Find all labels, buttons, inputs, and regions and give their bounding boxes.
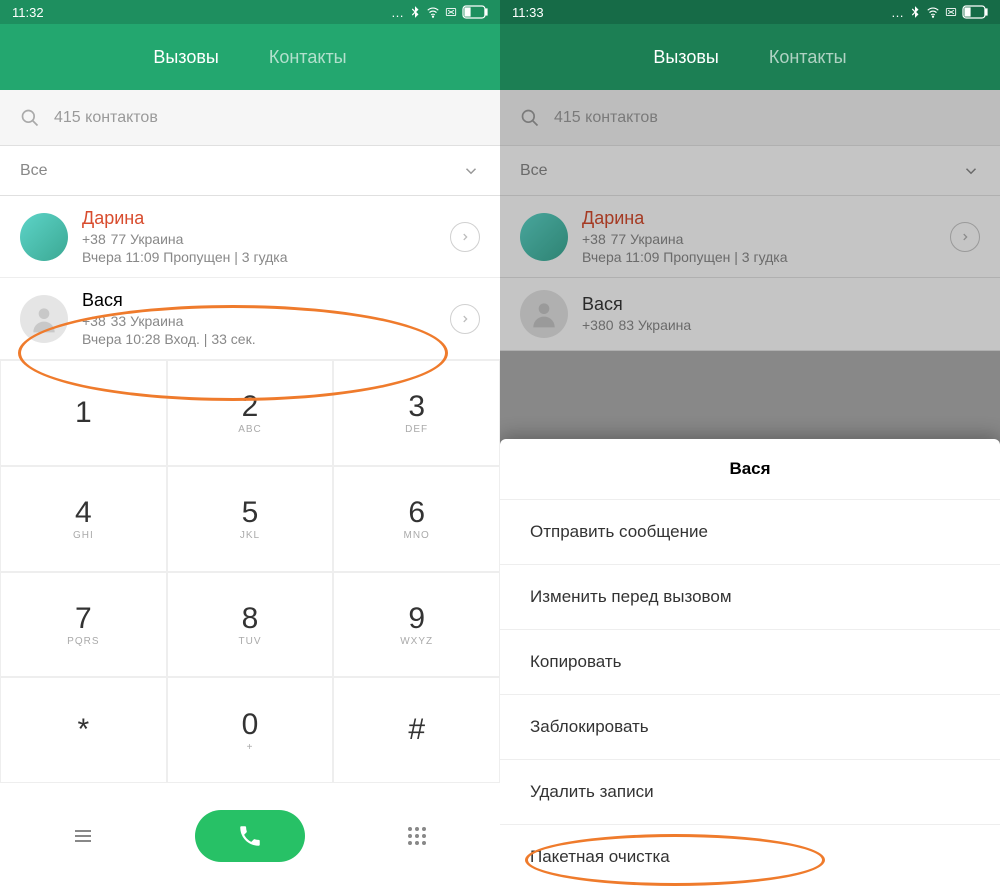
filter-row[interactable]: Все xyxy=(0,146,500,196)
call-info: Вася +380 83 Украина xyxy=(582,294,980,335)
detail-button[interactable] xyxy=(450,304,480,334)
menu-batch-cleanup[interactable]: Пакетная очистка xyxy=(500,825,1000,889)
status-icons: … xyxy=(891,5,988,20)
status-time: 11:33 xyxy=(512,5,544,20)
bluetooth-icon xyxy=(408,5,422,19)
detail-button[interactable] xyxy=(950,222,980,252)
call-info: Дарина +38 77 Украина Вчера 11:09 Пропущ… xyxy=(582,208,950,265)
dial-key-7[interactable]: 7PQRS xyxy=(0,572,167,678)
dial-key-8[interactable]: 8TUV xyxy=(167,572,334,678)
menu-copy[interactable]: Копировать xyxy=(500,630,1000,695)
call-entry-darina[interactable]: Дарина +38 77 Украина Вчера 11:09 Пропущ… xyxy=(500,196,1000,278)
more-icon: … xyxy=(891,5,904,20)
avatar xyxy=(520,213,568,261)
call-phone: +38 33 Украина xyxy=(82,313,450,329)
call-info: Вася +38 33 Украина Вчера 10:28 Вход. | … xyxy=(82,290,450,347)
filter-label: Все xyxy=(20,162,48,180)
menu-block[interactable]: Заблокировать xyxy=(500,695,1000,760)
call-entry-vasya[interactable]: Вася +380 83 Украина xyxy=(500,278,1000,351)
phone-screen-right: 11:33 … Вызовы Контакты 415 контактов Вс… xyxy=(500,0,1000,889)
search-placeholder: 415 контактов xyxy=(554,109,658,127)
chevron-right-icon xyxy=(460,314,470,324)
dial-key-star[interactable]: * xyxy=(0,677,167,783)
chevron-right-icon xyxy=(960,232,970,242)
tab-calls[interactable]: Вызовы xyxy=(653,47,719,68)
menu-button[interactable] xyxy=(0,783,167,889)
search-icon xyxy=(520,108,540,128)
call-info: Дарина +38 77 Украина Вчера 11:09 Пропущ… xyxy=(82,208,450,265)
tab-contacts[interactable]: Контакты xyxy=(269,47,347,68)
phone-screen-left: 11:32 … Вызовы Контакты 415 контактов Вс… xyxy=(0,0,500,889)
search-bar[interactable]: 415 контактов xyxy=(0,90,500,146)
dial-key-5[interactable]: 5JKL xyxy=(167,466,334,572)
bluetooth-icon xyxy=(908,5,922,19)
call-meta: Вчера 11:09 Пропущен | 3 гудка xyxy=(582,249,950,265)
dialpad-icon xyxy=(405,824,429,848)
dial-key-hash[interactable]: # xyxy=(333,677,500,783)
search-bar[interactable]: 415 контактов xyxy=(500,90,1000,146)
no-signal-icon xyxy=(444,5,458,19)
dialpad: 1 2ABC 3DEF 4GHI 5JKL 6MNO 7PQRS 8TUV 9W… xyxy=(0,360,500,889)
call-meta: Вчера 10:28 Вход. | 33 сек. xyxy=(82,331,450,347)
status-bar: 11:32 … xyxy=(0,0,500,24)
chevron-down-icon xyxy=(962,162,980,180)
status-bar: 11:33 … xyxy=(500,0,1000,24)
menu-delete-records[interactable]: Удалить записи xyxy=(500,760,1000,825)
call-phone: +38 77 Украина xyxy=(582,231,950,247)
search-icon xyxy=(20,108,40,128)
wifi-icon xyxy=(426,5,440,19)
search-placeholder: 415 контактов xyxy=(54,109,158,127)
call-phone: +38 77 Украина xyxy=(82,231,450,247)
wifi-icon xyxy=(926,5,940,19)
dial-key-9[interactable]: 9WXYZ xyxy=(333,572,500,678)
menu-edit-before-call[interactable]: Изменить перед вызовом xyxy=(500,565,1000,630)
menu-icon xyxy=(71,824,95,848)
avatar xyxy=(520,290,568,338)
phone-icon xyxy=(237,823,263,849)
avatar xyxy=(20,295,68,343)
menu-send-message[interactable]: Отправить сообщение xyxy=(500,500,1000,565)
dial-key-2[interactable]: 2ABC xyxy=(167,360,334,466)
call-name: Вася xyxy=(82,290,450,311)
avatar xyxy=(20,213,68,261)
context-menu: Вася Отправить сообщение Изменить перед … xyxy=(500,439,1000,889)
filter-row[interactable]: Все xyxy=(500,146,1000,196)
person-icon xyxy=(28,303,60,335)
dial-key-4[interactable]: 4GHI xyxy=(0,466,167,572)
dial-key-1[interactable]: 1 xyxy=(0,360,167,466)
call-name: Вася xyxy=(582,294,980,315)
dialpad-toggle[interactable] xyxy=(333,783,500,889)
detail-button[interactable] xyxy=(450,222,480,252)
more-icon: … xyxy=(391,5,404,20)
header-tabs: Вызовы Контакты xyxy=(500,24,1000,90)
dial-key-3[interactable]: 3DEF xyxy=(333,360,500,466)
no-signal-icon xyxy=(944,5,958,19)
battery-icon xyxy=(462,5,488,19)
status-time: 11:32 xyxy=(12,5,44,20)
dial-key-6[interactable]: 6MNO xyxy=(333,466,500,572)
context-menu-title: Вася xyxy=(500,439,1000,500)
chevron-down-icon xyxy=(462,162,480,180)
call-entry-darina[interactable]: Дарина +38 77 Украина Вчера 11:09 Пропущ… xyxy=(0,196,500,278)
call-button[interactable] xyxy=(167,783,334,889)
person-icon xyxy=(528,298,560,330)
call-phone: +380 83 Украина xyxy=(582,317,980,333)
call-entry-vasya[interactable]: Вася +38 33 Украина Вчера 10:28 Вход. | … xyxy=(0,278,500,360)
filter-label: Все xyxy=(520,162,548,180)
header-tabs: Вызовы Контакты xyxy=(0,24,500,90)
dial-key-0[interactable]: 0+ xyxy=(167,677,334,783)
call-meta: Вчера 11:09 Пропущен | 3 гудка xyxy=(82,249,450,265)
tab-contacts[interactable]: Контакты xyxy=(769,47,847,68)
chevron-right-icon xyxy=(460,232,470,242)
call-name: Дарина xyxy=(582,208,950,229)
tab-calls[interactable]: Вызовы xyxy=(153,47,219,68)
battery-icon xyxy=(962,5,988,19)
status-icons: … xyxy=(391,5,488,20)
call-name: Дарина xyxy=(82,208,450,229)
